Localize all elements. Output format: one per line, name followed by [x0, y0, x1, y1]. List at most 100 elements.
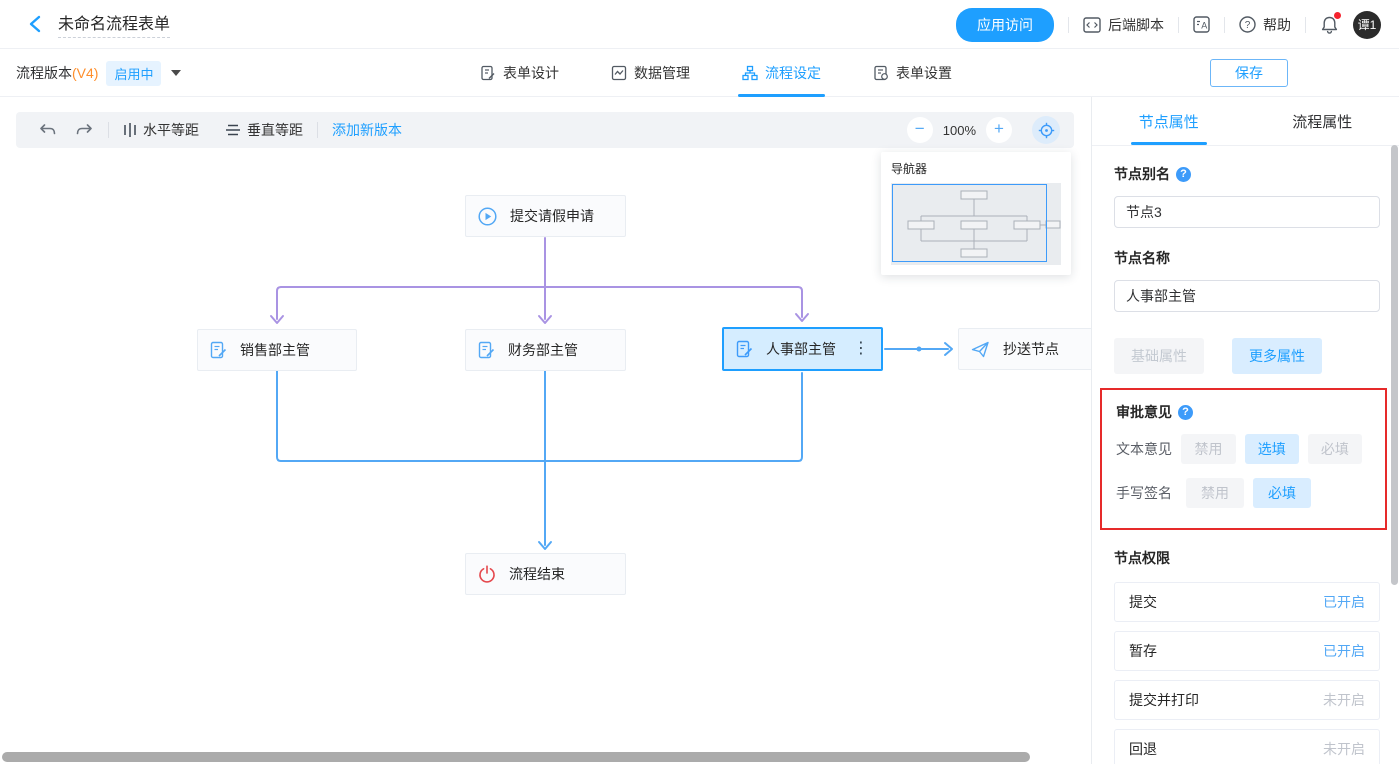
- app-window: 未命名流程表单 应用访问 后端脚本 A: [0, 0, 1399, 764]
- permission-row-save-draft[interactable]: 暂存 已开启: [1114, 631, 1380, 671]
- svg-text:?: ?: [1245, 20, 1251, 31]
- node-alias-label-row: 节点别名 ?: [1114, 164, 1379, 184]
- avatar[interactable]: 谭1: [1353, 11, 1381, 39]
- help-circle-icon[interactable]: ?: [1176, 167, 1191, 182]
- back-button[interactable]: [24, 13, 46, 35]
- node-label: 销售部主管: [240, 340, 310, 360]
- node-cc[interactable]: 抄送节点: [958, 328, 1091, 370]
- signature-row: 手写签名 禁用 必填: [1116, 478, 1371, 508]
- signature-disable-button[interactable]: 禁用: [1186, 478, 1244, 508]
- permission-row-rollback[interactable]: 回退 未开启: [1114, 729, 1380, 764]
- approval-node-icon: [478, 341, 495, 359]
- approval-node-icon: [736, 340, 753, 358]
- notification-button[interactable]: [1320, 15, 1339, 35]
- help-button[interactable]: ? 帮助: [1239, 15, 1291, 35]
- horizontal-spacing-label: 水平等距: [143, 120, 199, 140]
- approval-title-row: 审批意见 ?: [1116, 402, 1371, 422]
- vertical-spacing-button[interactable]: 垂直等距: [225, 120, 303, 140]
- tab-label: 表单设计: [503, 63, 559, 83]
- navigator-viewport[interactable]: [892, 184, 1047, 262]
- translate-icon: A: [1193, 16, 1210, 33]
- node-name-input[interactable]: [1114, 280, 1380, 312]
- basic-properties-button[interactable]: 基础属性: [1114, 338, 1204, 374]
- save-button[interactable]: 保存: [1210, 59, 1288, 87]
- text-opinion-optional-button[interactable]: 选填: [1245, 434, 1299, 464]
- node-name-label-row: 节点名称: [1114, 248, 1379, 268]
- version-label: 流程版本(V4): [16, 63, 98, 83]
- divider: [1178, 17, 1179, 33]
- more-properties-button[interactable]: 更多属性: [1232, 338, 1322, 374]
- node-label: 人事部主管: [766, 339, 836, 359]
- panel-tabs: 节点属性 流程属性: [1092, 97, 1399, 146]
- question-circle-icon: ?: [1239, 16, 1256, 33]
- version-selector[interactable]: 流程版本(V4) 启用中: [16, 49, 181, 97]
- navigator-panel: 导航器: [881, 152, 1071, 275]
- divider: [1068, 17, 1069, 33]
- permission-label: 回退: [1129, 739, 1157, 759]
- tab-process-settings[interactable]: 流程设定: [742, 49, 821, 97]
- tab-process-properties[interactable]: 流程属性: [1246, 97, 1399, 145]
- tab-form-design[interactable]: 表单设计: [480, 49, 559, 97]
- tab-data-management[interactable]: 数据管理: [611, 49, 690, 97]
- tab-node-properties[interactable]: 节点属性: [1092, 97, 1246, 145]
- translate-button[interactable]: A: [1193, 16, 1210, 33]
- signature-label: 手写签名: [1116, 483, 1186, 503]
- navigator-map[interactable]: [891, 183, 1061, 265]
- divider: [1224, 17, 1225, 33]
- form-settings-icon: [873, 65, 889, 81]
- tab-label: 表单设置: [896, 63, 952, 83]
- horizontal-spacing-button[interactable]: 水平等距: [123, 120, 199, 140]
- header-actions: 应用访问 后端脚本 A: [956, 0, 1381, 49]
- permission-status: 已开启: [1323, 641, 1365, 661]
- chevron-down-icon[interactable]: [171, 70, 181, 76]
- horizontal-scrollbar[interactable]: [2, 752, 1030, 762]
- form-design-icon: [480, 65, 496, 81]
- status-badge: 启用中: [106, 61, 161, 86]
- main-tabs: 表单设计 数据管理 流程设定: [480, 49, 952, 97]
- add-version-button[interactable]: 添加新版本: [332, 120, 402, 140]
- node-label: 提交请假申请: [510, 206, 594, 226]
- locate-center-button[interactable]: [1032, 116, 1060, 144]
- tab-label: 流程设定: [765, 63, 821, 83]
- text-opinion-disable-button[interactable]: 禁用: [1181, 434, 1235, 464]
- node-label: 抄送节点: [1003, 339, 1059, 359]
- divider: [317, 122, 318, 138]
- node-hr-manager-selected[interactable]: 人事部主管 ⋮: [722, 327, 883, 371]
- zoom-in-button[interactable]: +: [986, 117, 1012, 143]
- process-settings-icon: [742, 65, 758, 81]
- permission-row-submit[interactable]: 提交 已开启: [1114, 582, 1380, 622]
- horizontal-spacing-icon: [123, 122, 137, 138]
- help-label: 帮助: [1263, 15, 1291, 35]
- node-sales-manager[interactable]: 销售部主管: [197, 329, 357, 371]
- approval-title: 审批意见: [1116, 402, 1172, 422]
- node-more-menu[interactable]: ⋮: [853, 341, 869, 357]
- redo-button[interactable]: [74, 122, 94, 138]
- vertical-scrollbar[interactable]: [1391, 145, 1398, 585]
- redo-icon: [74, 122, 94, 138]
- text-opinion-required-button[interactable]: 必填: [1308, 434, 1362, 464]
- top-header: 未命名流程表单 应用访问 后端脚本 A: [0, 0, 1399, 49]
- undo-button[interactable]: [38, 122, 58, 138]
- zoom-out-button[interactable]: −: [907, 117, 933, 143]
- node-start[interactable]: 提交请假申请: [465, 195, 626, 237]
- app-access-button[interactable]: 应用访问: [956, 8, 1054, 42]
- flow-canvas[interactable]: 水平等距 垂直等距 添加新版本 − 100% +: [0, 97, 1091, 764]
- node-finance-manager[interactable]: 财务部主管: [465, 329, 626, 371]
- tab-form-settings[interactable]: 表单设置: [873, 49, 952, 97]
- permissions-title: 节点权限: [1114, 548, 1379, 568]
- version-number: (V4): [72, 65, 98, 81]
- text-opinion-row: 文本意见 禁用 选填 必填: [1116, 434, 1371, 464]
- signature-required-button[interactable]: 必填: [1253, 478, 1311, 508]
- panel-body: 节点别名 ? 节点名称 基础属性 更多属性 审批意见 ? 文本意见 禁用: [1092, 146, 1399, 764]
- permission-row-submit-print[interactable]: 提交并打印 未开启: [1114, 680, 1380, 720]
- backend-script-button[interactable]: 后端脚本: [1083, 15, 1164, 35]
- node-end[interactable]: 流程结束: [465, 553, 626, 595]
- paper-plane-icon: [971, 341, 990, 358]
- canvas-toolbar: 水平等距 垂直等距 添加新版本 − 100% +: [16, 112, 1074, 148]
- permission-status: 已开启: [1323, 592, 1365, 612]
- help-circle-icon[interactable]: ?: [1178, 405, 1193, 420]
- approval-opinion-highlight: 审批意见 ? 文本意见 禁用 选填 必填 手写签名 禁用 必填: [1100, 388, 1387, 530]
- play-circle-icon: [478, 207, 497, 226]
- vertical-spacing-label: 垂直等距: [247, 120, 303, 140]
- node-alias-input[interactable]: [1114, 196, 1380, 228]
